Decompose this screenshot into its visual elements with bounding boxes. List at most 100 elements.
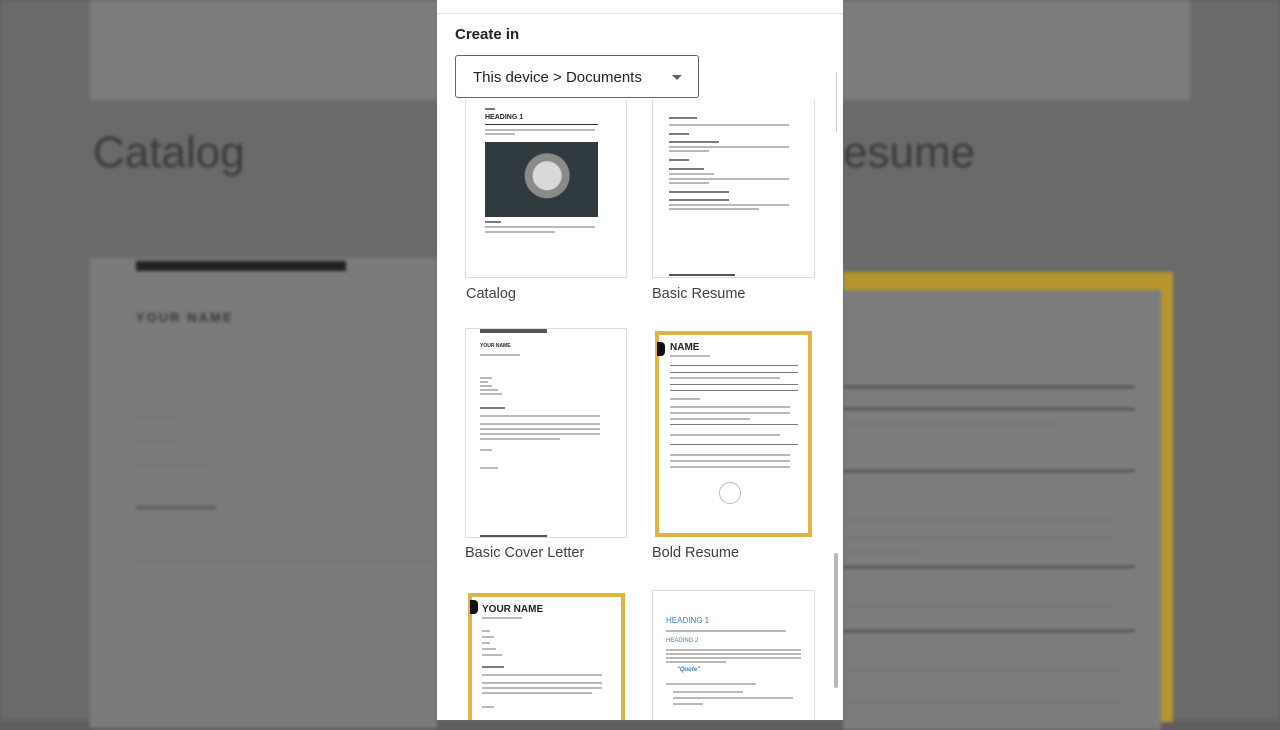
- bg-rule: [843, 386, 1135, 388]
- bg-line: [136, 636, 176, 639]
- background-doc-name: YOUR NAME: [136, 310, 234, 325]
- location-value: This device > Documents: [473, 69, 642, 86]
- bg-line: [843, 550, 923, 553]
- bg-line: [843, 668, 1123, 671]
- thumb-quote: "Quote": [677, 667, 701, 673]
- thumb-line: [666, 653, 801, 655]
- template-label: Basic Resume: [652, 286, 746, 302]
- thumb-heading: YOUR NAME: [482, 604, 544, 615]
- thumb-heading: NAME: [670, 342, 700, 353]
- background-left-word: Catalog: [93, 128, 245, 177]
- thumb-line: [482, 648, 496, 650]
- thumb-bar: [480, 329, 547, 333]
- thumb-line: [666, 661, 726, 663]
- thumb-line: [673, 703, 703, 705]
- thumb-line: [480, 428, 600, 430]
- bg-line: [136, 594, 436, 597]
- thumb-line: [482, 654, 502, 656]
- thumb-line: [669, 173, 714, 175]
- thumb-line: [480, 438, 560, 440]
- template-bold-resume[interactable]: NAME Bold Resume: [652, 328, 815, 568]
- thumb-line: [669, 133, 689, 135]
- thumb-accent: [657, 342, 665, 356]
- template-basic-resume[interactable]: Basic Resume: [652, 100, 815, 310]
- bg-line: [136, 694, 196, 697]
- thumb-line: [670, 454, 790, 456]
- template-bold-cover-letter[interactable]: YOUR NAME: [465, 590, 627, 720]
- thumb-line: [666, 649, 801, 651]
- bg-line: [136, 440, 181, 443]
- header-divider: [437, 13, 843, 14]
- thumb-line: [666, 630, 786, 632]
- thumb-line: [480, 415, 600, 417]
- thumb-line: [485, 221, 501, 223]
- bg-rule: [843, 470, 1135, 472]
- thumb-line: [669, 124, 789, 126]
- thumb-line: [482, 666, 504, 668]
- thumb-rule: [670, 424, 798, 425]
- bg-line: [843, 536, 1113, 539]
- thumb-line: [480, 385, 492, 387]
- template-thumbnail: HEADING 1: [465, 100, 627, 278]
- thumb-rule: [670, 372, 798, 373]
- thumb-line: [485, 231, 555, 233]
- background-page-left: [90, 258, 437, 728]
- caret-down-icon: [672, 75, 682, 80]
- scrollbar[interactable]: [834, 553, 838, 688]
- thumb-line: [482, 692, 592, 694]
- template-thumbnail: [652, 100, 815, 278]
- thumb-line: [673, 691, 743, 693]
- thumb-photo: [485, 142, 598, 217]
- create-in-label: Create in: [455, 26, 520, 43]
- thumb-rule: [670, 444, 798, 445]
- thumb-line: [480, 433, 600, 435]
- thumb-heading: HEADING 1: [666, 616, 710, 625]
- bg-line: [843, 518, 1113, 521]
- thumb-line: [485, 133, 515, 135]
- thumb-line: [669, 141, 719, 143]
- thumb-line: [669, 199, 729, 201]
- thumb-subheading: HEADING 2: [666, 638, 699, 644]
- bg-rule: [843, 566, 1135, 568]
- bg-line: [843, 700, 1123, 703]
- thumb-line: [480, 467, 498, 469]
- thumb-line: [670, 434, 780, 436]
- thumb-line: [480, 393, 502, 395]
- thumb-heading: YOUR NAME: [480, 343, 511, 349]
- thumb-line: [485, 129, 595, 131]
- location-dropdown[interactable]: This device > Documents: [455, 55, 699, 98]
- bg-line: [136, 396, 166, 399]
- thumb-line: [669, 182, 709, 184]
- thumb-line: [669, 168, 704, 170]
- template-catalog[interactable]: HEADING 1 Catalog: [465, 100, 627, 310]
- template-basic-cover-letter[interactable]: YOUR NAME Basic Cover Letter: [465, 328, 627, 568]
- thumb-line: [669, 146, 789, 148]
- thumb-line: [670, 377, 780, 379]
- thumb-line: [669, 117, 697, 119]
- thumb-rule: [670, 365, 798, 366]
- thumb-line: [480, 389, 498, 391]
- thumb-line: [670, 355, 710, 357]
- thumb-line: [673, 697, 793, 699]
- template-thumbnail: NAME: [652, 328, 815, 538]
- thumb-line: [670, 418, 750, 420]
- thumb-line: [666, 657, 801, 659]
- background-bar: [136, 261, 346, 271]
- thumb-line: [670, 466, 790, 468]
- template-label: Catalog: [466, 286, 516, 302]
- scroll-rail: [836, 72, 845, 132]
- thumb-line: [480, 449, 492, 451]
- thumb-rule: [670, 384, 798, 385]
- thumb-line: [670, 406, 790, 408]
- bg-rule: [843, 408, 1135, 410]
- template-headings-doc[interactable]: HEADING 1 HEADING 2 "Quote": [652, 590, 815, 720]
- template-grid: HEADING 1 Catalog Basic Resume YOUR NAME…: [437, 100, 843, 720]
- thumb-line: [482, 706, 494, 708]
- bg-line: [136, 578, 436, 581]
- bg-line: [136, 532, 436, 535]
- thumb-bar: [480, 535, 547, 537]
- bg-line: [136, 560, 436, 563]
- loading-spinner-icon: [719, 482, 741, 504]
- bg-rule: [843, 630, 1135, 632]
- thumb-line: [485, 108, 495, 110]
